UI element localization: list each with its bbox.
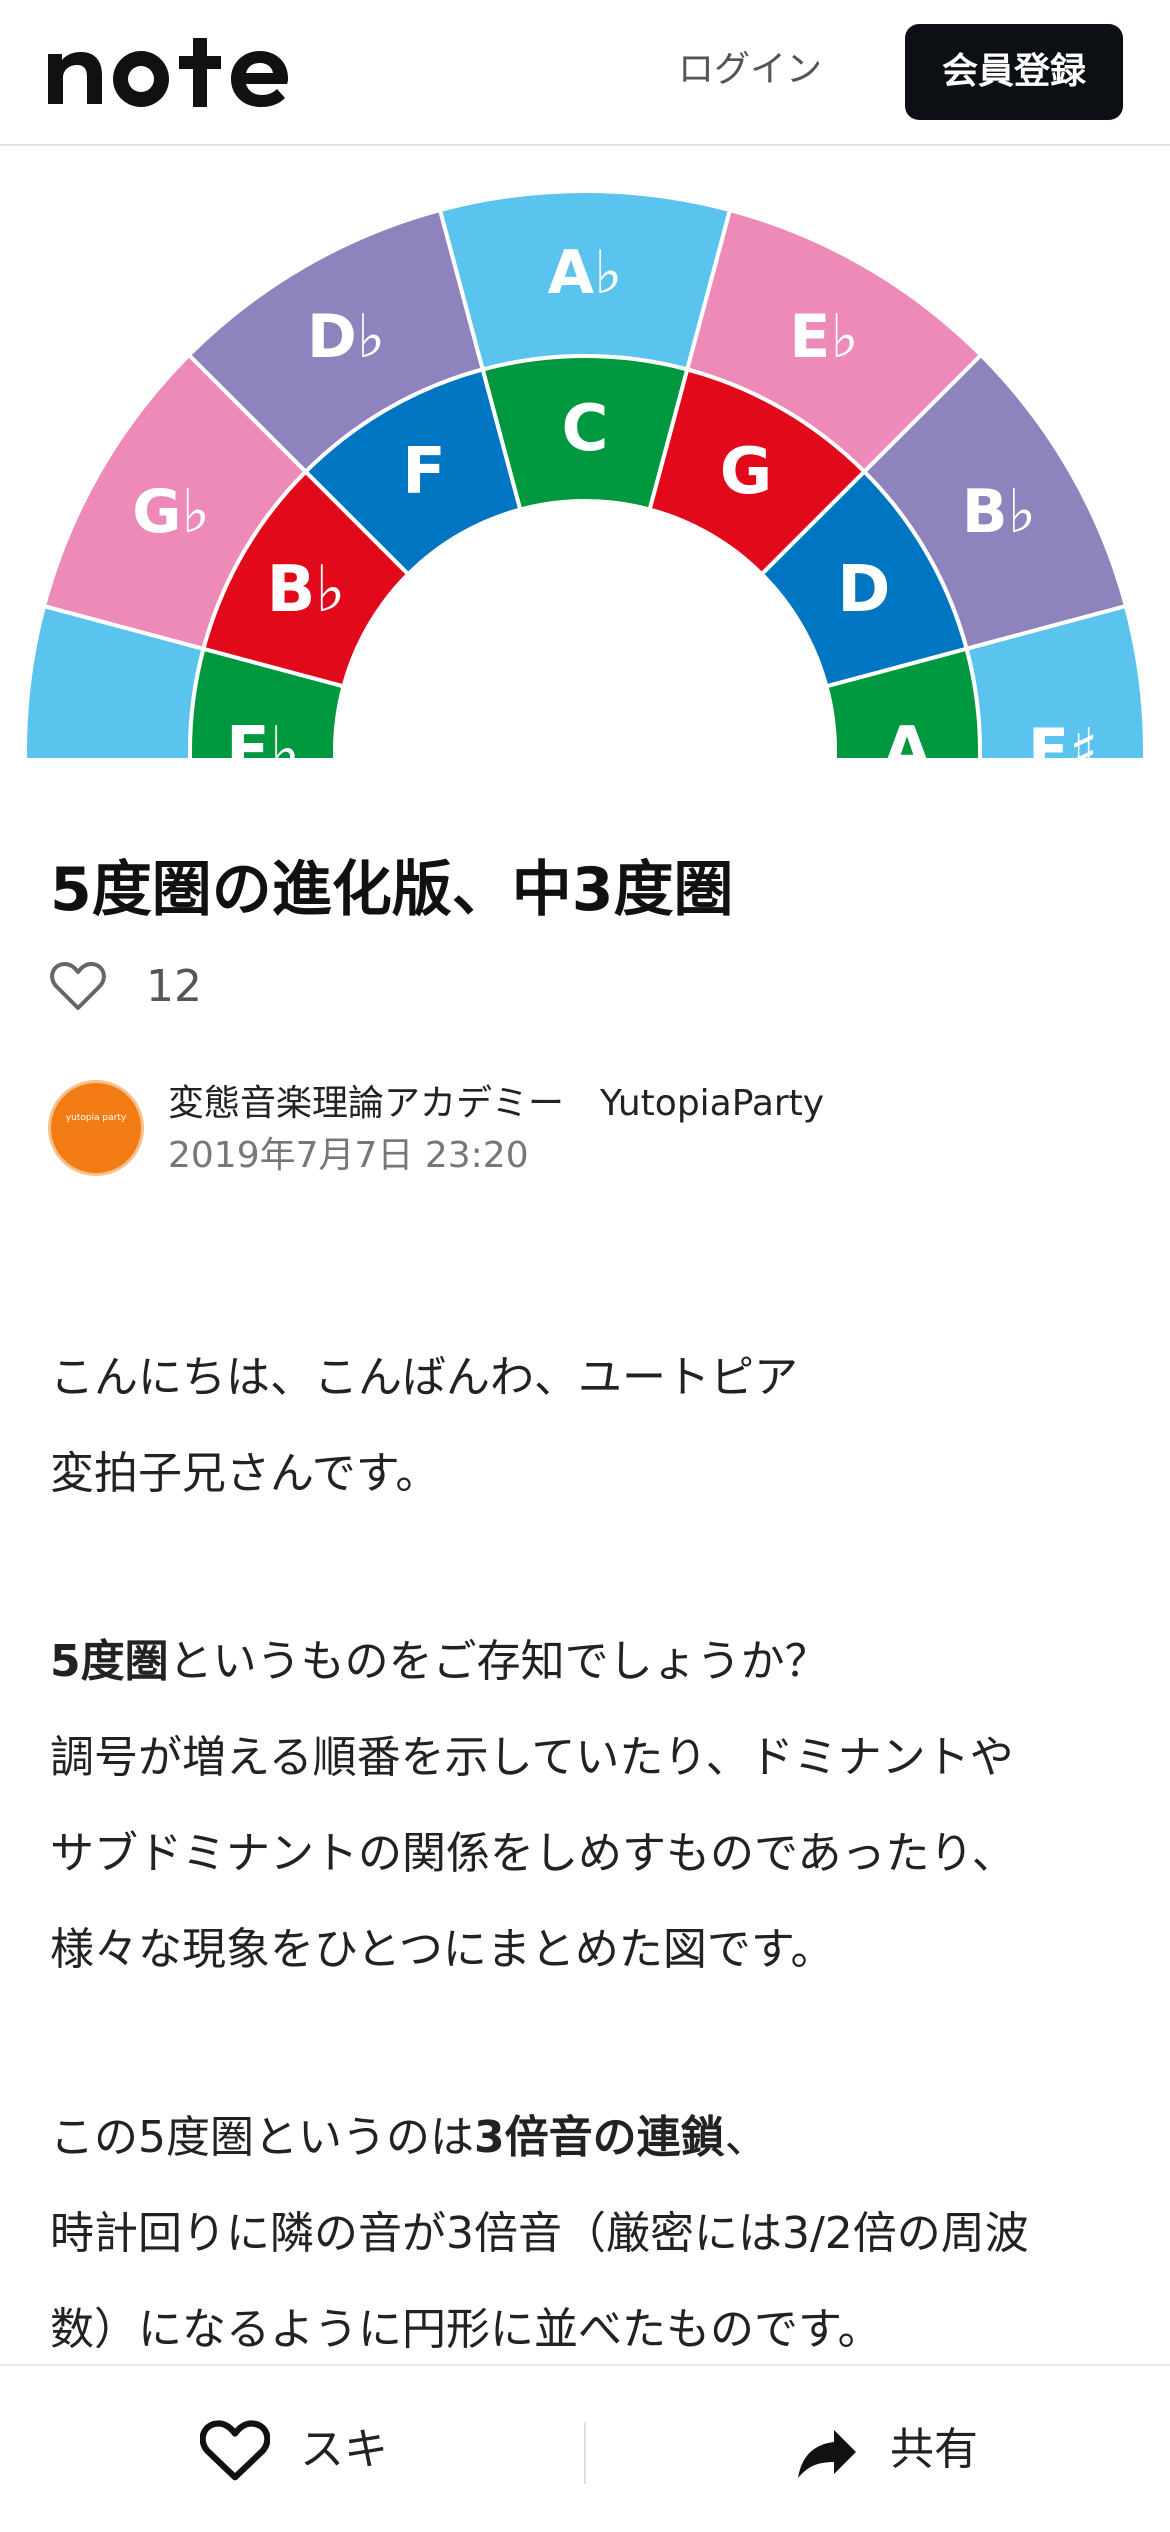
author-info: yutopia party 変態音楽理論アカデミー YutopiaParty 2… [48,1076,1128,1184]
body-line: 5度圏というものをご存知でしょうか？ [50,1614,1130,1710]
login-link[interactable]: ログイン [660,38,840,102]
inner-ring-label: G [720,435,773,509]
inner-ring-label: A [882,714,932,758]
outer-ring-label: D♭ [307,302,385,372]
article-body: こんにちは、こんばんわ、ユートピア 変拍子兄さんです。 5度圏というものをご存知… [50,1330,1130,2378]
like-summary: 12 [50,952,450,1022]
inner-ring-label: F [402,435,446,509]
author-name[interactable]: 変態音楽理論アカデミー YutopiaParty [168,1076,824,1132]
bold-text: 5度圏 [50,1636,169,1687]
outer-ring-label: E♭ [789,302,858,372]
inner-ring-label: D [837,553,890,627]
body-line: この5度圏というのは3倍音の連鎖、 [50,2090,1130,2186]
divider [584,2422,586,2484]
body-line: 調号が増える順番を示していたり、ドミナントや [50,1732,1014,1783]
body-line: 様々な現象をひとつにまとめた図です。 [50,1924,835,1975]
like-button-label: スキ [300,2424,388,2475]
author-avatar[interactable]: yutopia party [48,1080,144,1176]
body-text: というものをご存知でしょうか？ [168,1636,829,1687]
outer-ring-label: F♯ [1028,716,1098,758]
inner-ring-label: C [562,392,609,466]
article-title: 5度圏の進化版、中3度圏 [50,855,734,925]
outer-ring-label: G♭ [132,477,210,547]
outer-ring-label: B♭ [962,477,1036,547]
bottom-action-bar: スキ 共有 [0,2364,1170,2532]
share-button-label: 共有 [890,2424,978,2475]
body-line: 時計回りに隣の音が3倍音（厳密には3/2倍の周波 [50,2208,1029,2259]
inner-ring-label: B♭ [267,553,346,627]
body-line: サブドミナントの関係をしめすものであったり、 [50,1828,1016,1879]
like-count: 12 [146,961,202,1012]
circle-of-fifths-diagram: G♭ D♭ A♭ E♭ B♭ F♯ E♭ B♭ F C GD A [23,189,1147,758]
body-text: 、 [724,2112,769,2163]
share-arrow-icon [798,2430,856,2478]
hero-image: G♭ D♭ A♭ E♭ B♭ F♯ E♭ B♭ F C G D A [0,146,1170,758]
heart-outline-icon[interactable] [50,960,106,1012]
body-text: この5度圏というのは [50,2112,474,2163]
share-button[interactable]: 共有 [790,2406,1030,2494]
inner-ring-label: E♭ [226,714,300,758]
avatar-text: yutopia party [65,1113,127,1123]
like-button[interactable]: スキ [200,2406,440,2494]
site-header: ログイン 会員登録 [0,0,1170,146]
body-line: 変拍子兄さんです。 [50,1448,440,1499]
outer-ring-label: A♭ [548,238,623,308]
heart-icon [200,2420,270,2481]
note-logo[interactable] [46,30,346,114]
body-line: こんにちは、こんばんわ、ユートピア [50,1352,798,1403]
post-date: 2019年7月7日 23:20 [168,1135,529,1176]
bold-text: 3倍音の連鎖 [474,2112,725,2163]
signup-button[interactable]: 会員登録 [905,24,1123,120]
